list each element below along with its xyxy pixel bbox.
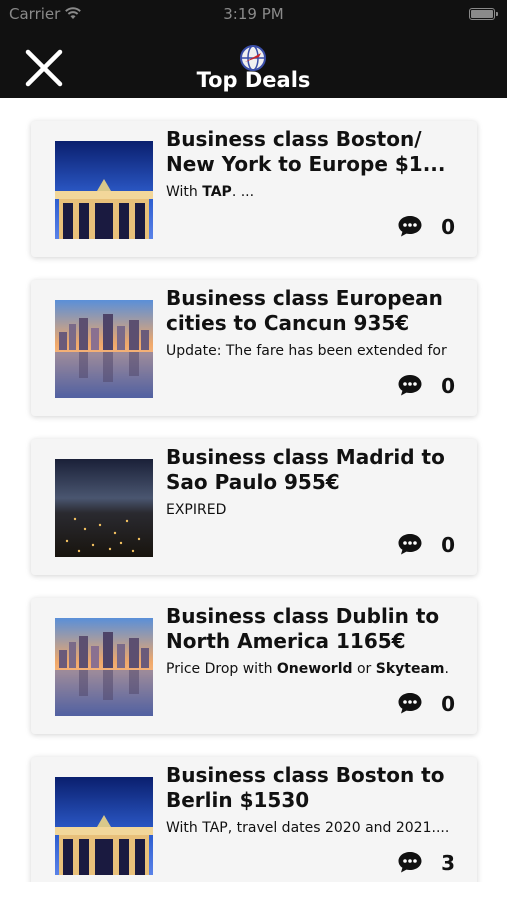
comment-icon <box>398 852 422 873</box>
comment-icon <box>398 216 422 237</box>
comment-count: 0 <box>441 533 455 557</box>
clock: 3:19 PM <box>223 5 284 23</box>
comment-count: 3 <box>441 851 455 875</box>
deal-title: Business class Boston/ New York to Europ… <box>166 127 446 176</box>
comment-count: 0 <box>441 374 455 398</box>
deal-thumbnail <box>55 300 153 398</box>
deals-list[interactable]: Business class Boston/ New York to Europ… <box>0 98 507 882</box>
deal-card[interactable]: Business class Dublin to North America 1… <box>31 598 477 734</box>
comment-icon <box>398 375 422 396</box>
deal-title: Business class Madrid to Sao Paulo 955€ <box>166 445 445 494</box>
deal-thumbnail <box>55 618 153 716</box>
battery-icon <box>469 8 498 20</box>
deal-subtitle: Update: The fare has been extended for <box>166 343 447 359</box>
deal-thumbnail <box>55 777 153 875</box>
comment-icon <box>398 693 422 714</box>
bottom-area <box>0 882 507 900</box>
deal-card[interactable]: Business class European cities to Cancun… <box>31 280 477 416</box>
status-bar: Carrier 3:19 PM <box>0 4 507 24</box>
comment-count: 0 <box>441 215 455 239</box>
deal-card[interactable]: Business class Boston/ New York to Europ… <box>31 121 477 257</box>
deal-subtitle: With TAP. ... <box>166 184 255 200</box>
deal-subtitle: With TAP, travel dates 2020 and 2021.... <box>166 820 450 836</box>
deal-thumbnail <box>55 141 153 239</box>
deal-title: Business class Dublin to North America 1… <box>166 604 440 653</box>
deal-card[interactable]: Business class Madrid to Sao Paulo 955€ … <box>31 439 477 575</box>
deal-subtitle: EXPIRED <box>166 502 227 518</box>
deal-subtitle: Price Drop with Oneworld or Skyteam. <box>166 661 449 677</box>
comment-count: 0 <box>441 692 455 716</box>
deal-card[interactable]: Business class Boston to Berlin $1530 Wi… <box>31 757 477 882</box>
comment-icon <box>398 534 422 555</box>
deal-title: Business class European cities to Cancun… <box>166 286 443 335</box>
page-title: Top Deals <box>196 68 311 92</box>
deal-title: Business class Boston to Berlin $1530 <box>166 763 445 812</box>
deal-thumbnail <box>55 459 153 557</box>
top-bar: Carrier 3:19 PM Top Deals <box>0 0 507 98</box>
